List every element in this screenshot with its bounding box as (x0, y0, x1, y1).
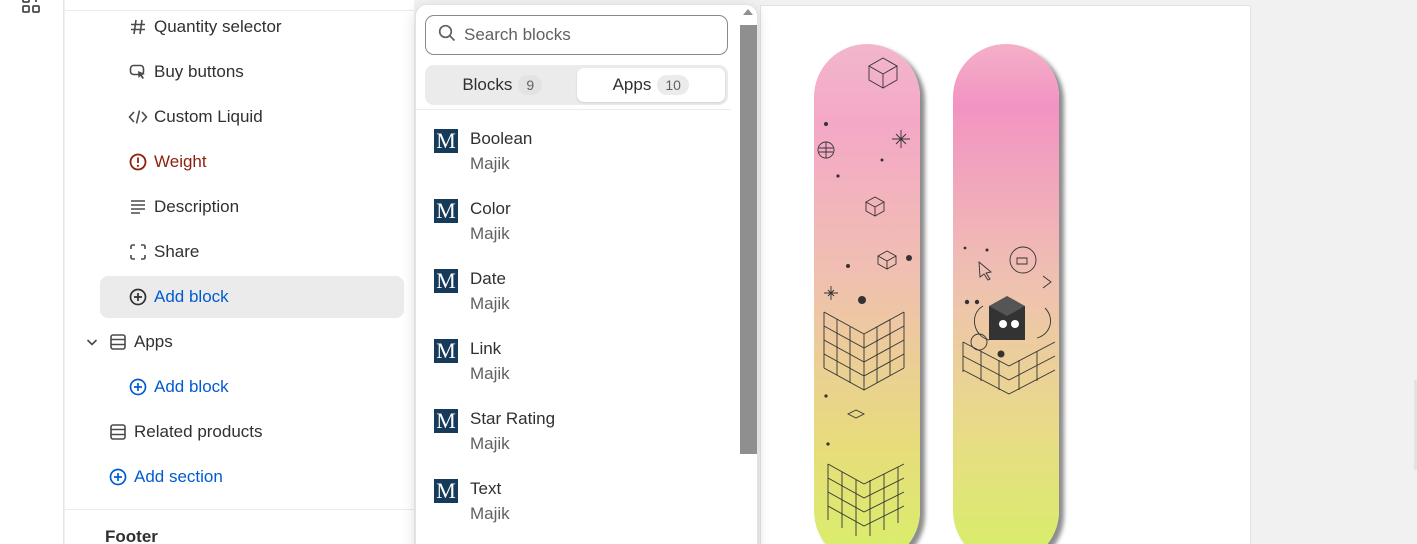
code-icon (128, 107, 148, 127)
tree-item-label: Buy buttons (154, 62, 244, 81)
tree-item-label: Custom Liquid (154, 107, 263, 126)
add-section-label: Add section (134, 467, 223, 486)
section-layout-icon (108, 422, 128, 442)
app-block-item-text[interactable]: M Text Majik (434, 467, 724, 537)
snowboard-image-front (814, 44, 920, 544)
app-block-item-star-rating[interactable]: M Star Rating Majik (434, 397, 724, 467)
majik-app-logo-icon: M (434, 199, 458, 223)
app-block-item-date[interactable]: M Date Majik (434, 257, 724, 327)
tree-item-label: Share (154, 242, 200, 261)
tree-section-related-products[interactable]: Related products (65, 411, 405, 453)
text-align-icon (128, 197, 148, 217)
cursor-icon (128, 62, 148, 82)
add-block-popover: Blocks 9 Apps 10 M Boolean Majik M Color… (415, 4, 758, 544)
app-block-vendor: Majik (470, 434, 510, 453)
app-block-vendor: Majik (470, 154, 510, 173)
search-field[interactable] (425, 15, 728, 55)
tree-item-weight[interactable]: Weight (100, 141, 404, 183)
plus-circle-icon (128, 287, 148, 307)
app-block-vendor: Majik (470, 224, 510, 243)
tree-item-label: Description (154, 197, 240, 216)
left-rail (0, 0, 64, 544)
section-label: Related products (134, 422, 263, 441)
app-block-item-link[interactable]: M Link Majik (434, 327, 724, 397)
section-tree-sidebar: Quantity selector Buy buttons Custom Liq… (65, 0, 414, 544)
plus-circle-icon (128, 377, 148, 397)
add-block-label: Add block (154, 377, 229, 396)
majik-app-logo-icon: M (434, 479, 458, 503)
majik-app-logo-icon: M (434, 269, 458, 293)
add-block-button[interactable]: Add block (100, 276, 404, 318)
section-label: Apps (134, 332, 173, 351)
app-block-name: Star Rating (470, 409, 556, 428)
tab-blocks[interactable]: Blocks 9 (428, 68, 577, 102)
hash-icon (128, 17, 148, 37)
divider (416, 109, 731, 110)
plus-circle-icon (108, 467, 128, 487)
share-frame-icon (128, 242, 148, 262)
tree-item-share[interactable]: Share (100, 231, 404, 273)
tree-item-custom-liquid[interactable]: Custom Liquid (100, 96, 404, 138)
tab-apps[interactable]: Apps 10 (576, 68, 725, 102)
apps-add-block-button[interactable]: Add block (100, 366, 404, 408)
majik-app-logo-icon: M (434, 339, 458, 363)
section-layout-icon (108, 332, 128, 352)
tree-section-apps[interactable]: Apps (65, 321, 405, 363)
scroll-up-arrow-icon[interactable] (743, 9, 753, 15)
footer-group-title: Footer (105, 527, 158, 544)
product-preview (760, 5, 1251, 544)
tree-item-buy-buttons[interactable]: Buy buttons (100, 51, 404, 93)
tree-item-label: Quantity selector (154, 17, 282, 36)
tree-item-quantity-selector[interactable]: Quantity selector (100, 6, 404, 48)
app-block-vendor: Majik (470, 504, 510, 523)
canvas-background (1252, 0, 1417, 544)
app-block-item-boolean[interactable]: M Boolean Majik (434, 117, 724, 187)
divider (65, 509, 414, 510)
add-section-rail-icon[interactable] (20, 0, 42, 18)
app-block-name: Link (470, 339, 502, 358)
search-input[interactable] (464, 25, 704, 45)
app-block-name: Color (470, 199, 511, 218)
app-block-name: Boolean (470, 129, 533, 148)
block-type-tabs: Blocks 9 Apps 10 (425, 65, 728, 105)
tree-item-label: Weight (154, 152, 207, 171)
majik-app-logo-icon: M (434, 409, 458, 433)
alert-circle-icon (128, 152, 148, 172)
tab-count-badge: 9 (518, 75, 543, 95)
app-block-vendor: Majik (470, 294, 510, 313)
tree-item-description[interactable]: Description (100, 186, 404, 228)
tab-count-badge: 10 (657, 75, 689, 95)
scrollbar-thumb[interactable] (740, 25, 757, 454)
majik-app-logo-icon: M (434, 129, 458, 153)
app-block-item-color[interactable]: M Color Majik (434, 187, 724, 257)
add-section-button[interactable]: Add section (65, 456, 405, 498)
app-block-name: Date (470, 269, 506, 288)
tab-label: Blocks (462, 75, 513, 94)
popover-scrollbar[interactable] (738, 5, 757, 544)
tab-label: Apps (612, 75, 652, 94)
snowboard-image-back (953, 44, 1059, 544)
app-block-vendor: Majik (470, 364, 510, 383)
search-icon (438, 24, 456, 47)
add-block-label: Add block (154, 287, 229, 306)
app-block-name: Text (470, 479, 502, 498)
